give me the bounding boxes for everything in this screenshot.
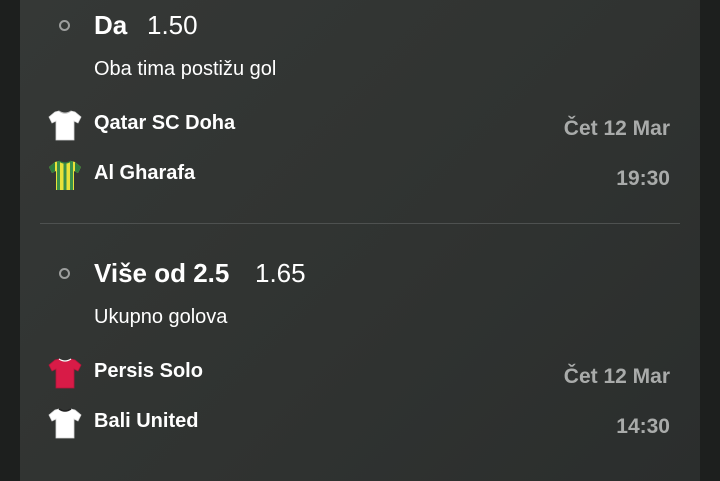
- bet-market: Ukupno golova: [94, 306, 228, 328]
- red-jersey-icon: [48, 358, 82, 389]
- yellow-green-striped-jersey-icon: [49, 160, 81, 190]
- white-jersey-icon: [48, 408, 82, 439]
- home-team: Persis Solo: [48, 356, 448, 390]
- bet-slip-panel: Da 1.50 Oba tima postižu gol Qatar SC Do…: [20, 0, 700, 481]
- match-time: 14:30: [616, 415, 670, 438]
- radio-button[interactable]: [59, 268, 70, 279]
- team-name: Al Gharafa: [94, 162, 196, 184]
- white-jersey-icon: [48, 110, 82, 141]
- team-name: Persis Solo: [94, 360, 203, 382]
- match-date: Čet 12 Mar: [563, 117, 670, 140]
- match-date: Čet 12 Mar: [563, 365, 670, 388]
- bet-market: Oba tima postižu gol: [94, 58, 277, 80]
- away-team: Bali United: [48, 406, 448, 440]
- team-name: Qatar SC Doha: [94, 112, 236, 134]
- away-team: Al Gharafa: [48, 158, 448, 192]
- home-team: Qatar SC Doha: [48, 108, 448, 142]
- bet-selection: Da: [94, 10, 128, 40]
- radio-button[interactable]: [59, 20, 70, 31]
- bet-odds: 1.50: [147, 10, 198, 40]
- match-time: 19:30: [616, 167, 670, 190]
- bet-selection: Više od 2.5: [94, 258, 230, 288]
- bet-odds: 1.65: [255, 258, 306, 288]
- divider: [40, 223, 680, 224]
- team-name: Bali United: [94, 410, 199, 432]
